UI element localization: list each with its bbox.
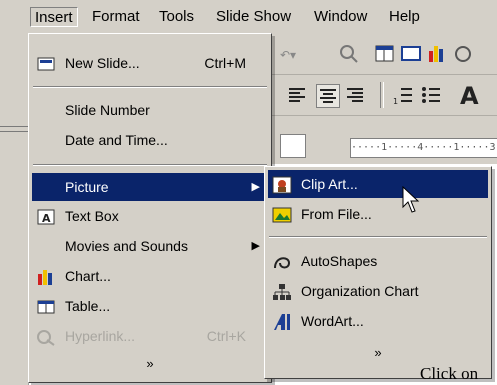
align-left-icon[interactable] [286,84,308,106]
insert-table-icon[interactable] [374,43,396,65]
menu-item-wordart[interactable]: WordArt... [268,307,488,335]
hyperlink-icon [36,327,56,346]
clip-art-icon [272,175,292,194]
wordart-icon [272,312,292,330]
menu-insert[interactable]: Insert [30,7,78,27]
svg-text:A: A [42,212,51,225]
web-icon[interactable] [452,43,474,65]
slide-text: Click on [420,364,479,383]
table-icon [36,297,56,315]
expand-submenu-icon[interactable]: » [265,345,491,360]
center-icon[interactable] [316,84,340,108]
menu-item-picture[interactable]: Picture ▶ [32,173,268,201]
chart-icon [36,267,56,285]
autoshapes-icon [272,252,292,270]
text-box-icon: A [36,207,56,225]
svg-text:↶▾: ↶▾ [280,48,296,62]
ruler: ·····1·····4·····1·····3 [350,138,497,158]
font-size-icon[interactable]: A [458,82,488,110]
menu-item-autoshapes[interactable]: AutoShapes [268,247,488,275]
menu-help[interactable]: Help [385,7,424,27]
mouse-cursor-icon [402,185,422,216]
menu-window[interactable]: Window [310,7,371,27]
menu-item-chart[interactable]: Chart... [32,262,268,290]
toolbar-area: ↶▾ 1 A ·····1·····4·····1·····3 [262,34,497,164]
menu-item-table[interactable]: Table... [32,292,268,320]
menu-bar: Insert Format Tools Slide Show Window He… [0,0,497,35]
insert-menu: New Slide... Ctrl+M Slide Number Date an… [28,33,272,383]
left-panel-edge [0,34,29,385]
menu-item-organization-chart[interactable]: Organization Chart [268,277,488,305]
svg-text:1: 1 [393,97,398,106]
menu-item-from-file[interactable]: From File... [268,200,488,228]
menu-format[interactable]: Format [88,7,144,27]
menu-tools[interactable]: Tools [155,7,198,27]
menu-item-text-box[interactable]: A Text Box [32,202,268,230]
from-file-icon [272,205,292,223]
menu-item-clip-art[interactable]: Clip Art... [268,170,488,198]
layout-box [280,134,306,158]
standard-toolbar: ↶▾ [262,34,497,75]
org-chart-icon [272,282,292,300]
insert-slide-icon[interactable] [400,43,422,65]
numbering-icon[interactable]: 1 [392,84,414,106]
expand-menu-icon[interactable]: » [29,356,271,371]
formatting-toolbar: 1 A [262,75,497,116]
menu-item-hyperlink: Hyperlink... Ctrl+K [32,322,268,350]
svg-text:A: A [460,82,479,108]
picture-submenu: Clip Art... From File... AutoShapes Orga… [264,166,492,379]
menu-item-date-time[interactable]: Date and Time... [32,126,268,154]
zoom-icon[interactable] [338,43,360,65]
menu-slide-show[interactable]: Slide Show [212,7,295,27]
submenu-arrow-icon: ▶ [251,240,260,252]
undo-icon[interactable]: ↶▾ [278,43,300,65]
submenu-arrow-icon: ▶ [251,181,260,193]
menu-item-slide-number[interactable]: Slide Number [32,96,268,124]
insert-chart-icon[interactable] [426,43,448,65]
align-right-icon[interactable] [344,84,366,106]
menu-item-movies-sounds[interactable]: Movies and Sounds ▶ [32,232,268,260]
new-slide-icon [36,54,56,72]
menu-item-new-slide[interactable]: New Slide... Ctrl+M [32,49,268,77]
bullets-icon[interactable] [420,84,442,106]
